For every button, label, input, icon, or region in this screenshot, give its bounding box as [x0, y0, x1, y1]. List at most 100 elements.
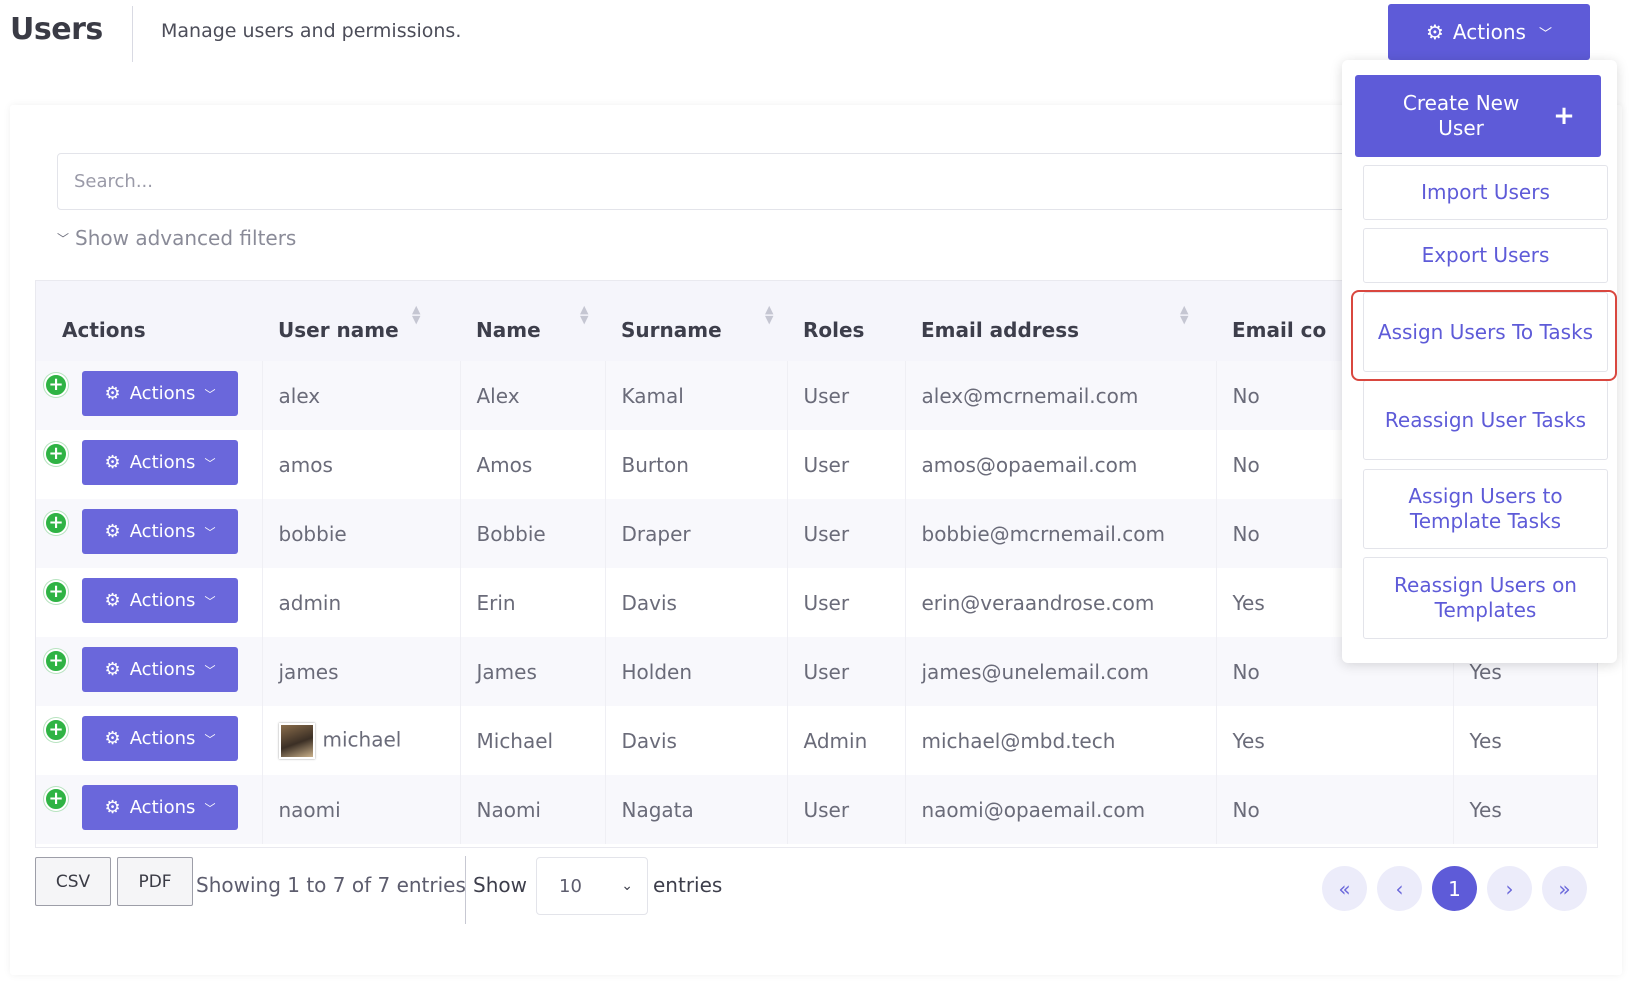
row-actions-label: Actions [129, 797, 196, 818]
column-header-actions: Actions [62, 318, 146, 342]
pdf-export-button[interactable]: PDF [117, 857, 193, 906]
cell-name: Naomi [460, 775, 606, 844]
create-new-user-label: Create New User [1402, 91, 1520, 140]
page-number-button[interactable]: 1 [1432, 866, 1477, 911]
row-actions-label: Actions [129, 452, 196, 473]
page-size-select[interactable]: 10 ⌄ [536, 857, 648, 915]
column-header-email[interactable]: Email address ▲ ▼ [905, 281, 1216, 361]
gear-icon: ⚙ [104, 521, 121, 542]
row-actions-cell: + ⚙ Actions ﹀ [36, 361, 263, 430]
csv-export-button[interactable]: CSV [35, 857, 111, 906]
create-new-user-button[interactable]: Create New User + [1355, 75, 1601, 157]
cell-role: User [787, 499, 906, 568]
gear-icon: ⚙ [104, 659, 121, 680]
row-actions-label: Actions [129, 659, 196, 680]
cell-email: bobbie@mcrnemail.com [905, 499, 1217, 568]
row-actions-cell: + ⚙ Actions ﹀ [36, 637, 263, 706]
cell-role: User [787, 775, 906, 844]
cell-email-confirmed: No [1216, 775, 1454, 844]
page-title: Users [10, 12, 103, 47]
table-row: + ⚙ Actions ﹀ michael Michael Davis Admi… [36, 706, 1597, 775]
create-new-user-content: Create New User + [1381, 91, 1575, 141]
cell-surname: Davis [605, 568, 788, 637]
chevron-down-icon: ﹀ [204, 663, 216, 677]
gear-icon: ⚙ [104, 452, 121, 473]
cell-role: User [787, 430, 906, 499]
search-input[interactable] [74, 171, 1496, 192]
cell-role: User [787, 637, 906, 706]
users-page: Users Manage users and permissions. ⚙ Ac… [0, 0, 1632, 991]
reassign-users-on-templates-item[interactable]: Reassign Users on Templates [1363, 557, 1608, 639]
cell-email: alex@mcrnemail.com [905, 361, 1217, 430]
cell-surname: Holden [605, 637, 788, 706]
cell-surname: Burton [605, 430, 788, 499]
column-header-username-label: User name [278, 318, 399, 342]
row-actions-button[interactable]: ⚙ Actions ﹀ [82, 578, 238, 623]
gear-icon: ⚙ [104, 797, 121, 818]
cell-surname: Nagata [605, 775, 788, 844]
row-actions-button[interactable]: ⚙ Actions ﹀ [82, 440, 238, 485]
cell-name: Amos [460, 430, 606, 499]
expand-row-icon[interactable]: + [44, 718, 68, 742]
cell-surname: Kamal [605, 361, 788, 430]
assign-users-to-template-tasks-item[interactable]: Assign Users to Template Tasks [1363, 469, 1608, 549]
chevron-down-icon: ﹀ [204, 732, 216, 746]
cell-username: naomi [262, 775, 461, 844]
chevron-down-icon: ﹀ [57, 231, 70, 246]
cell-role: User [787, 568, 906, 637]
reassign-user-tasks-item[interactable]: Reassign User Tasks [1363, 380, 1608, 460]
row-actions-cell: + ⚙ Actions ﹀ [36, 706, 263, 775]
advanced-filters-label: Show advanced filters [75, 226, 297, 250]
avatar [278, 722, 315, 759]
column-header-surname-label: Surname [621, 318, 722, 342]
import-users-item[interactable]: Import Users [1363, 165, 1608, 220]
expand-row-icon[interactable]: + [44, 580, 68, 604]
search-box[interactable] [57, 153, 1497, 210]
cell-name: Bobbie [460, 499, 606, 568]
column-header-username[interactable]: User name ▲ ▼ [262, 281, 460, 361]
cell-role: User [787, 361, 906, 430]
expand-row-icon[interactable]: + [44, 787, 68, 811]
row-actions-button[interactable]: ⚙ Actions ﹀ [82, 647, 238, 692]
expand-row-icon[interactable]: + [44, 442, 68, 466]
first-page-icon[interactable]: « [1322, 866, 1367, 911]
chevron-down-icon: ﹀ [1538, 26, 1552, 42]
advanced-filters-toggle[interactable]: ﹀ Show advanced filters [57, 226, 296, 250]
row-actions-button[interactable]: ⚙ Actions ﹀ [82, 716, 238, 761]
showing-entries-text: Showing 1 to 7 of 7 entries [196, 873, 466, 897]
cell-username: alex [262, 361, 461, 430]
column-header-name[interactable]: Name ▲ ▼ [460, 281, 605, 361]
last-page-icon[interactable]: » [1542, 866, 1587, 911]
row-actions-label: Actions [129, 383, 196, 404]
gear-icon: ⚙ [104, 590, 121, 611]
export-users-item[interactable]: Export Users [1363, 228, 1608, 283]
header-actions-button[interactable]: ⚙ Actions ﹀ [1388, 4, 1590, 60]
gear-icon: ⚙ [1425, 20, 1444, 44]
expand-row-icon[interactable]: + [44, 511, 68, 535]
page-subtitle: Manage users and permissions. [161, 20, 462, 42]
gear-icon: ⚙ [104, 728, 121, 749]
row-actions-button[interactable]: ⚙ Actions ﹀ [82, 509, 238, 554]
footer-divider [465, 856, 466, 924]
next-page-icon[interactable]: › [1487, 866, 1532, 911]
chevron-down-icon: ﹀ [204, 456, 216, 470]
table-row: + ⚙ Actions ﹀ naomi Naomi Nagata User na… [36, 775, 1597, 844]
sort-icon: ▲ ▼ [412, 303, 421, 326]
cell-name: Michael [460, 706, 606, 775]
expand-row-icon[interactable]: + [44, 373, 68, 397]
row-actions-button[interactable]: ⚙ Actions ﹀ [82, 371, 238, 416]
cell-email: erin@veraandrose.com [905, 568, 1217, 637]
row-actions-button[interactable]: ⚙ Actions ﹀ [82, 785, 238, 830]
header-actions-label: Actions [1452, 20, 1526, 44]
column-header-roles: Roles [803, 318, 865, 342]
expand-row-icon[interactable]: + [44, 649, 68, 673]
row-actions-label: Actions [129, 590, 196, 611]
cell-username: james [262, 637, 461, 706]
page-size-value: 10 [559, 875, 582, 897]
chevron-down-icon: ﹀ [204, 525, 216, 539]
previous-page-icon[interactable]: ‹ [1377, 866, 1422, 911]
sort-icon: ▲ ▼ [580, 303, 589, 326]
cell-username: admin [262, 568, 461, 637]
cell-email: james@unelemail.com [905, 637, 1217, 706]
column-header-surname[interactable]: Surname ▲ ▼ [605, 281, 787, 361]
